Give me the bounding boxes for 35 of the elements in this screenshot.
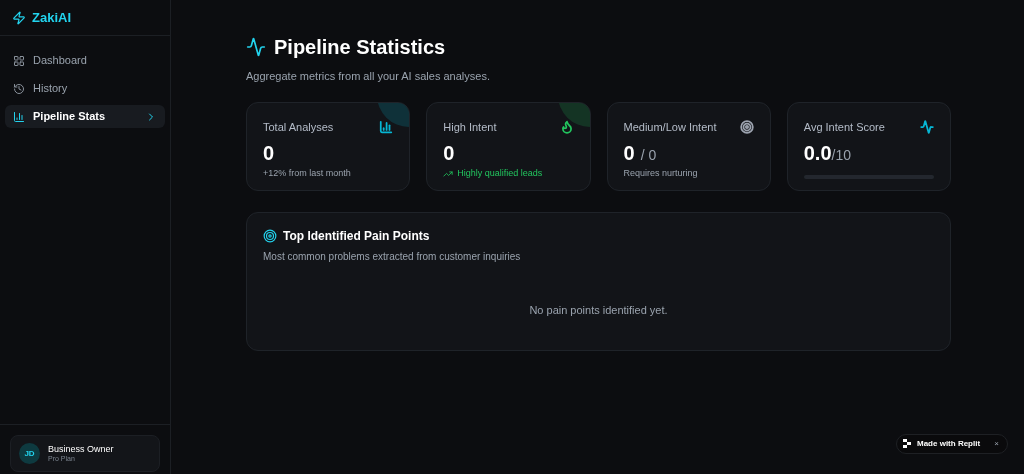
trend-up-icon xyxy=(443,168,454,179)
avatar: JD xyxy=(19,443,40,464)
close-button[interactable]: × xyxy=(994,438,999,450)
card-value: 0.0 xyxy=(803,141,832,166)
sidebar-item[interactable]: Dashboard xyxy=(5,49,165,72)
bar-chart-icon xyxy=(13,110,25,123)
empty-message: No pain points identified yet. xyxy=(528,302,669,318)
card-value: 0 xyxy=(263,141,275,166)
page-subtitle: Aggregate metrics from all your AI sales analyses. xyxy=(246,69,491,84)
target-icon xyxy=(263,228,277,243)
history-icon xyxy=(13,82,25,95)
card-note: Highly qualified leads xyxy=(457,167,543,180)
sidebar-item[interactable]: Pipeline Stats xyxy=(5,105,165,128)
card-label: Medium/Low Intent xyxy=(623,119,717,135)
panel-subtitle: Most common problems extracted from customer inquiries xyxy=(263,249,522,264)
card-note: +12% from last month xyxy=(263,167,352,180)
card-note: Requires nurturing xyxy=(623,167,699,180)
replit-logo-icon xyxy=(903,439,911,449)
brand-name: ZakiAI xyxy=(32,8,71,27)
card-label: Avg Intent Score xyxy=(803,119,885,135)
user-name: Business Owner xyxy=(48,443,114,455)
card-value-suffix: / 0 xyxy=(640,146,657,165)
made-with-badge[interactable]: Made with Replit × xyxy=(896,434,1008,454)
badge-label: Made with Replit xyxy=(917,438,981,450)
lightning-icon xyxy=(12,10,26,25)
panel-title: Top Identified Pain Points xyxy=(283,227,430,245)
grid-icon xyxy=(13,54,25,67)
card-label: Total Analyses xyxy=(263,119,334,135)
pulse-icon xyxy=(246,37,266,57)
sidebar-item[interactable]: History xyxy=(5,77,165,100)
card-value-suffix: /10 xyxy=(831,147,852,165)
card-label: High Intent xyxy=(443,119,497,135)
page-title: Pipeline Statistics xyxy=(274,35,446,60)
card-value: 0 xyxy=(623,141,635,166)
card-value: 0 xyxy=(443,141,455,166)
